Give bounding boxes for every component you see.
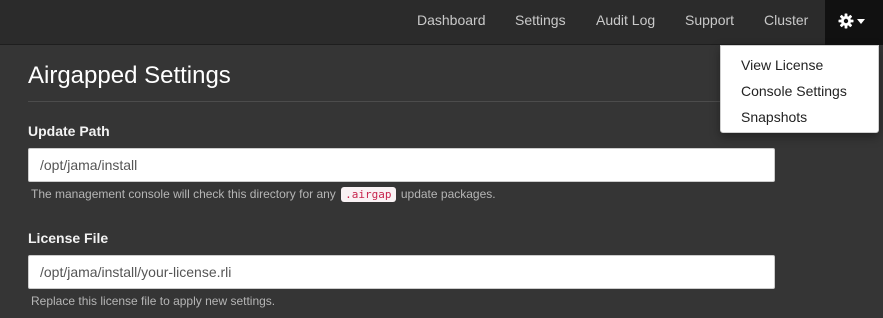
nav-audit-log[interactable]: Audit Log bbox=[596, 0, 655, 44]
license-file-help: Replace this license file to apply new s… bbox=[31, 294, 276, 308]
gear-icon bbox=[838, 13, 854, 29]
update-path-input[interactable] bbox=[28, 148, 775, 182]
update-path-help: The management console will check this d… bbox=[31, 187, 496, 202]
license-file-input[interactable] bbox=[28, 255, 775, 289]
airgap-code: .airgap bbox=[341, 187, 396, 202]
nav-cluster[interactable]: Cluster bbox=[764, 0, 808, 44]
settings-menu-toggle[interactable] bbox=[825, 0, 883, 45]
update-path-label: Update Path bbox=[28, 123, 110, 139]
nav-support[interactable]: Support bbox=[685, 0, 734, 44]
menu-item-console-settings[interactable]: Console Settings bbox=[741, 83, 847, 99]
chevron-down-icon bbox=[857, 19, 865, 24]
update-path-help-after: update packages. bbox=[400, 187, 496, 201]
page-title: Airgapped Settings bbox=[28, 62, 231, 89]
settings-dropdown-menu: View License Console Settings Snapshots bbox=[720, 45, 879, 133]
title-divider bbox=[28, 101, 775, 102]
top-navbar: Dashboard Settings Audit Log Support Clu… bbox=[0, 0, 883, 45]
nav-settings[interactable]: Settings bbox=[515, 0, 566, 44]
menu-item-view-license[interactable]: View License bbox=[741, 57, 823, 73]
menu-item-snapshots[interactable]: Snapshots bbox=[741, 109, 807, 125]
nav-dashboard[interactable]: Dashboard bbox=[417, 0, 486, 44]
license-file-label: License File bbox=[28, 230, 109, 246]
update-path-help-before: The management console will check this d… bbox=[31, 187, 336, 201]
